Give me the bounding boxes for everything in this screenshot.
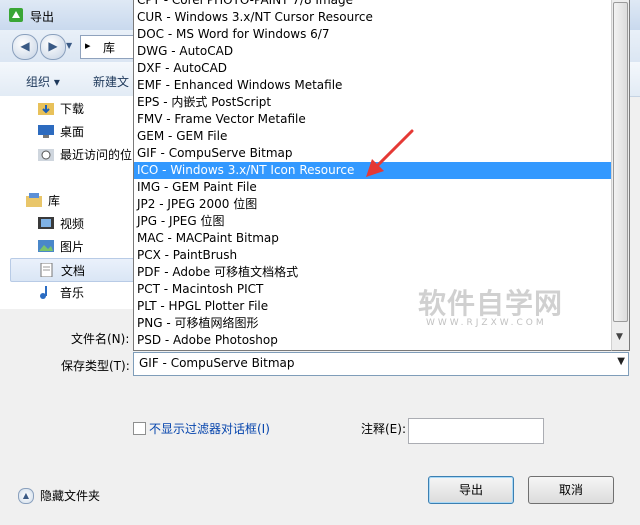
sidebar-item-music[interactable]: 音乐 <box>38 281 84 303</box>
download-folder-icon <box>38 101 54 115</box>
savetype-select[interactable]: GIF - CompuServe Bitmap ▼ <box>133 352 629 376</box>
music-icon <box>38 285 54 299</box>
back-button[interactable]: ◀ <box>12 34 38 60</box>
window-title: 导出 <box>30 10 55 24</box>
export-button[interactable]: 导出 <box>428 476 514 504</box>
notes-label: 注释(E): <box>361 422 406 436</box>
sidebar-item-libraries[interactable]: 库 <box>26 189 60 211</box>
sidebar-item-label: 视频 <box>60 216 85 231</box>
watermark-url: WWW.RJZXW.COM <box>426 318 547 328</box>
savetype-value: GIF - CompuServe Bitmap <box>139 356 295 370</box>
desktop-icon <box>38 124 54 138</box>
list-item[interactable]: DWG - AutoCAD <box>134 43 612 60</box>
organize-button[interactable]: 组织 ▾ <box>26 73 60 90</box>
app-icon <box>8 7 24 23</box>
chevron-down-icon: ▼ <box>617 356 625 367</box>
sidebar-item-desktop[interactable]: 桌面 <box>38 120 84 142</box>
list-item[interactable]: PSD - Adobe Photoshop <box>134 332 612 349</box>
annotation-arrow-icon <box>366 129 414 177</box>
recent-places-icon <box>38 147 54 161</box>
sidebar-item-label: 下载 <box>60 101 85 116</box>
list-item[interactable]: IMG - GEM Paint File <box>134 179 612 196</box>
recent-pages-icon[interactable]: ▼ <box>66 41 72 50</box>
scroll-down-arrow-icon[interactable]: ▼ <box>611 332 628 342</box>
list-item[interactable]: EPS - 内嵌式 PostScript <box>134 94 612 111</box>
forward-arrow-icon: ▶ <box>48 39 58 53</box>
chevron-up-icon: ▲ <box>18 487 34 504</box>
cancel-button[interactable]: 取消 <box>528 476 614 504</box>
sidebar-item-pictures[interactable]: 图片 <box>38 235 84 257</box>
sidebar-item-label: 音乐 <box>60 285 85 300</box>
filename-label: 文件名(N): <box>71 332 130 346</box>
sidebar-item-label: 文档 <box>61 263 86 278</box>
library-icon <box>26 193 42 207</box>
new-folder-button[interactable]: 新建文 <box>93 73 129 90</box>
forward-button[interactable]: ▶ <box>40 34 66 60</box>
no-filter-dialog-checkbox[interactable] <box>133 422 146 435</box>
video-icon <box>38 216 54 230</box>
list-item[interactable]: CPT - Corel PHOTO-PAINT 7/8 Image <box>134 0 612 9</box>
list-item[interactable]: PCX - PaintBrush <box>134 247 612 264</box>
sidebar-item-documents[interactable]: 文档 <box>10 258 138 282</box>
sidebar-item-downloads[interactable]: 下载 <box>38 97 84 119</box>
list-item[interactable]: PDF - Adobe 可移植文档格式 <box>134 264 612 281</box>
sidebar-item-recent-places[interactable]: 最近访问的位 <box>38 143 132 165</box>
list-item[interactable]: EMF - Enhanced Windows Metafile <box>134 77 612 94</box>
list-item[interactable]: MAC - MACPaint Bitmap <box>134 230 612 247</box>
folder-icon: ▸ <box>85 39 91 52</box>
list-item[interactable]: DOC - MS Word for Windows 6/7 <box>134 26 612 43</box>
list-item[interactable]: CUR - Windows 3.x/NT Cursor Resource <box>134 9 612 26</box>
hide-folders-label: 隐藏文件夹 <box>40 489 101 503</box>
scrollbar-thumb[interactable] <box>613 2 628 322</box>
back-arrow-icon: ◀ <box>20 39 30 53</box>
sidebar-item-label: 最近访问的位 <box>60 147 133 162</box>
savetype-label: 保存类型(T): <box>61 359 130 373</box>
picture-icon <box>38 239 54 253</box>
sidebar-item-label: 桌面 <box>60 124 85 139</box>
sidebar-item-videos[interactable]: 视频 <box>38 212 84 234</box>
sidebar-item-label: 图片 <box>60 239 85 254</box>
sidebar-item-label: 库 <box>48 193 61 208</box>
list-item[interactable]: JP2 - JPEG 2000 位图 <box>134 196 612 213</box>
list-item[interactable]: JPG - JPEG 位图 <box>134 213 612 230</box>
document-icon <box>39 262 55 278</box>
notes-input[interactable] <box>408 418 544 444</box>
list-item[interactable]: DXF - AutoCAD <box>134 60 612 77</box>
no-filter-dialog-label[interactable]: 不显示过滤器对话框(I) <box>149 420 270 437</box>
watermark-text: 软件自学网 <box>418 287 564 320</box>
address-text: 库 <box>103 41 116 55</box>
hide-folders-toggle[interactable]: ▲ 隐藏文件夹 <box>18 487 100 504</box>
